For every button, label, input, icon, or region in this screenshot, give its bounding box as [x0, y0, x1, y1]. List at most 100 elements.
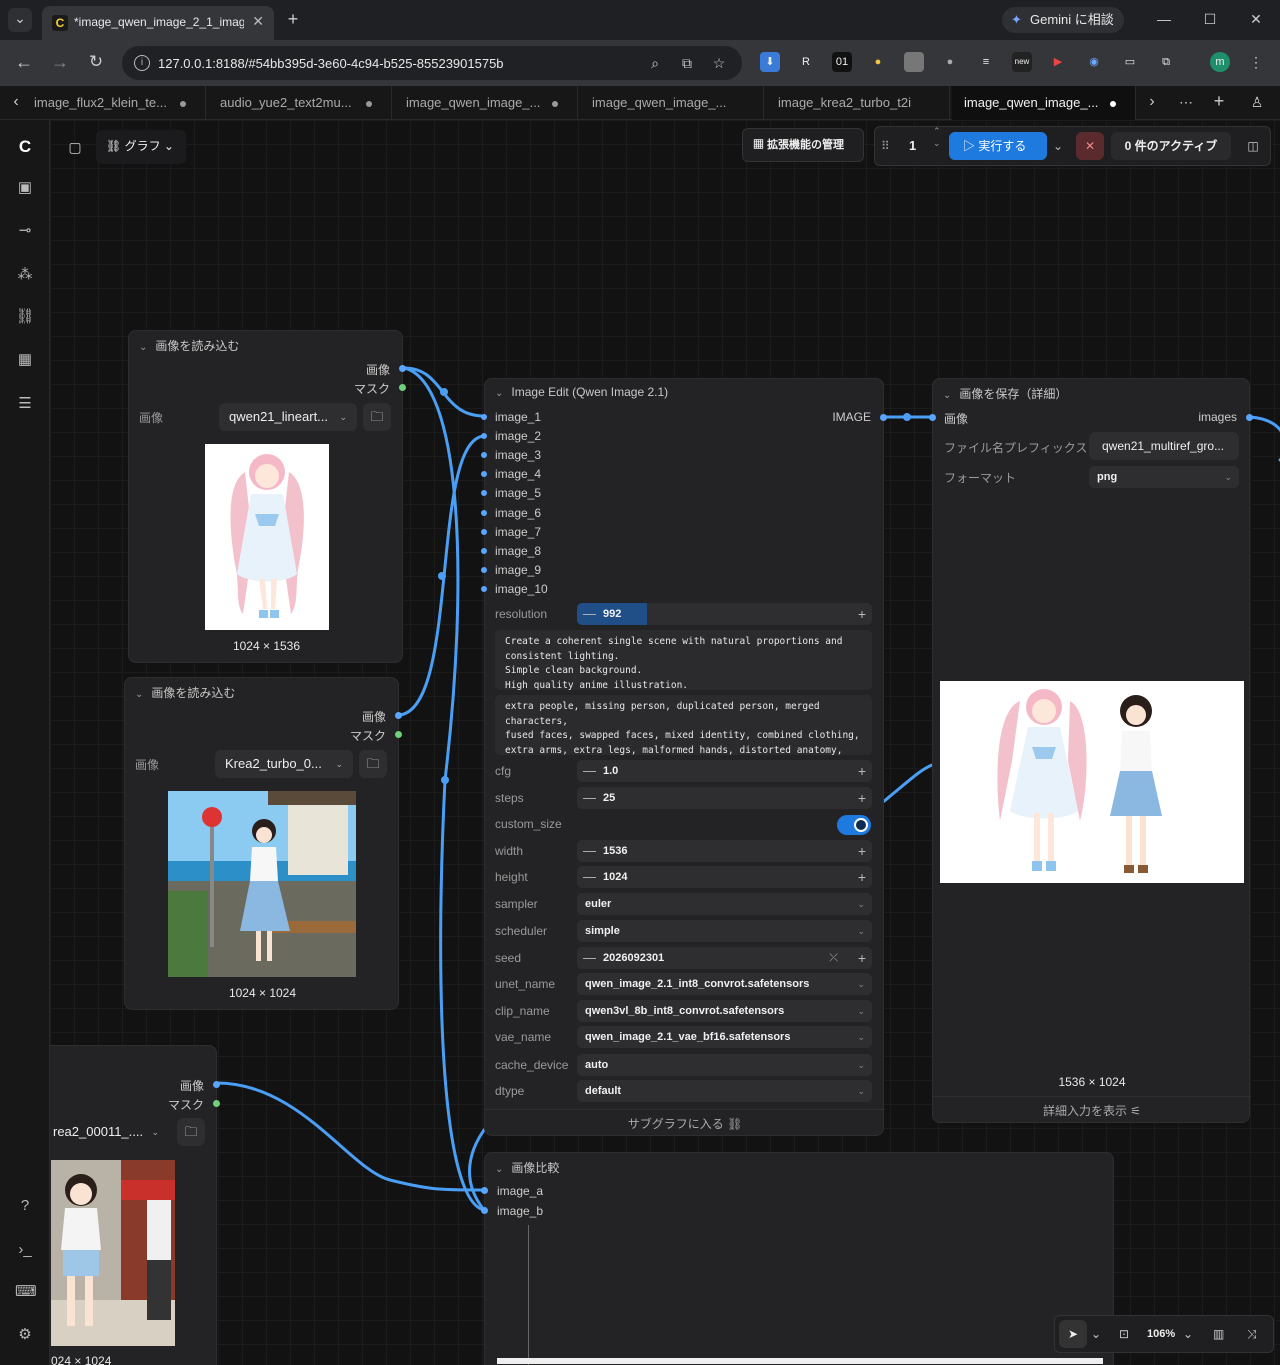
cancel-run-button[interactable]: ✕	[1076, 132, 1104, 160]
input-slot-image-7[interactable]	[481, 528, 487, 535]
nodes-icon[interactable]: ⊸	[15, 221, 35, 241]
tab-search-button[interactable]: ⌄	[8, 8, 32, 32]
input-image-slot[interactable]	[929, 414, 936, 421]
load-image-node-2[interactable]: ⌄ 画像を読み込む 画像 マスク 画像 Krea2_turbo_0... ⌄ 🗀	[124, 677, 402, 1010]
input-image-a-slot[interactable]	[481, 1187, 488, 1194]
output-image-slot[interactable]	[880, 414, 887, 421]
alert-ext-icon[interactable]: ▶	[1048, 52, 1068, 72]
install-app-icon[interactable]: ⧉	[678, 53, 696, 73]
decrement-icon[interactable]: —	[583, 840, 596, 862]
terminal-icon[interactable]: ›_	[15, 1240, 35, 1260]
maximize-button[interactable]: ☐	[1202, 9, 1218, 29]
input-slot-image-1[interactable]	[481, 414, 487, 420]
db-ext-icon[interactable]: ≡	[976, 52, 996, 72]
workflow-tab-active[interactable]: image_qwen_image_...	[952, 86, 1136, 120]
upload-folder-icon[interactable]: 🗀	[177, 1118, 205, 1146]
panel-toggle-icon[interactable]: ▢	[66, 137, 84, 157]
rw-ext-icon[interactable]: R	[796, 52, 816, 72]
back-button[interactable]: ←	[14, 52, 34, 72]
select-tool-button[interactable]: ➤	[1059, 1320, 1087, 1348]
close-window-button[interactable]: ✕	[1248, 9, 1264, 29]
output-mask-slot[interactable]	[395, 731, 402, 738]
tool-chevron-icon[interactable]: ⌄	[1091, 1318, 1101, 1350]
active-queue-button[interactable]: 0 件のアクティブ	[1111, 132, 1231, 160]
collapse-chevron-icon[interactable]: ⌄	[135, 689, 143, 700]
drag-handle-icon[interactable]: ⠿	[881, 130, 890, 162]
models-icon[interactable]: ⁂	[15, 265, 35, 285]
input-slot-image-8[interactable]	[481, 547, 487, 554]
graph-canvas[interactable]: ▢ ⛓ グラフ ⌄ ▦ 拡張機能の管理 ⠿ 1 ⌃ ⌄ ▷ 実行する ⌄ ✕ 0 …	[50, 120, 1280, 1365]
width-input[interactable]: — 1536 +	[577, 840, 872, 862]
zoom-chevron-icon[interactable]: ⌄	[1183, 1318, 1193, 1350]
images-icon[interactable]: ▣	[15, 178, 35, 198]
workflow-tab[interactable]: image_krea2_turbo_t2i	[766, 86, 950, 120]
site-info-icon[interactable]: i	[134, 55, 150, 71]
workflow-tab[interactable]: image_qwen_image_...	[394, 86, 578, 120]
collapse-chevron-icon[interactable]: ⌄	[495, 1164, 503, 1175]
output-image-slot[interactable]	[395, 712, 402, 719]
keyboard-icon[interactable]: ⌨	[15, 1282, 37, 1302]
new-workflow-button[interactable]: +	[1210, 91, 1228, 111]
input-slot-image-6[interactable]	[481, 509, 487, 516]
collapse-chevron-icon[interactable]: ⌄	[139, 342, 147, 353]
01-ext-icon[interactable]: 01	[832, 52, 852, 72]
dtype-select[interactable]: default ⌄	[577, 1080, 872, 1102]
sampler-select[interactable]: euler ⌄	[577, 893, 872, 915]
positive-prompt-textarea[interactable]: Create a coherent single scene with natu…	[495, 630, 872, 690]
batch-stepper-icon[interactable]: ⌃ ⌄	[933, 125, 941, 149]
cfg-input[interactable]: — 1.0 +	[577, 760, 872, 782]
gray-ext-icon[interactable]	[904, 52, 924, 72]
workflows-icon[interactable]: ⛓	[15, 307, 35, 327]
image-edit-node[interactable]: ⌄ Image Edit (Qwen Image 2.1) IMAGE image…	[481, 378, 887, 1136]
zoom-icon[interactable]: ⌕	[646, 53, 664, 73]
forward-button[interactable]: →	[50, 52, 70, 72]
height-input[interactable]: — 1024 +	[577, 866, 872, 888]
tabs-right-chevron-icon[interactable]: ›	[1144, 92, 1160, 112]
filename-prefix-input[interactable]: qwen21_multiref_gro...	[1089, 432, 1239, 460]
workflow-tab[interactable]: image_flux2_klein_te...	[22, 86, 206, 120]
image-file-select[interactable]: rea2_00011_.... ⌄	[51, 1118, 169, 1146]
output-image-slot[interactable]	[399, 365, 406, 372]
queue-icon[interactable]: ☰	[15, 394, 35, 414]
increment-icon[interactable]: +	[858, 840, 866, 862]
close-tab-icon[interactable]: ✕	[252, 13, 264, 30]
zoom-level[interactable]: 106%	[1147, 1318, 1175, 1350]
load-image-node-3[interactable]: 画像 マスク rea2_00011_.... ⌄ 🗀 024 × 1024	[50, 1045, 220, 1365]
negative-prompt-textarea[interactable]: extra people, missing person, duplicated…	[495, 695, 872, 755]
decrement-icon[interactable]: —	[583, 760, 596, 782]
decrement-icon[interactable]: —	[583, 603, 596, 625]
image-file-select[interactable]: qwen21_lineart... ⌄	[219, 403, 357, 431]
load-image-node-1[interactable]: ⌄ 画像を読み込む 画像 マスク 画像 qwen21_lineart... ⌄ 🗀 …	[128, 330, 406, 663]
minimize-button[interactable]: —	[1156, 9, 1172, 29]
menu-dots-icon[interactable]: ⋮	[1248, 52, 1264, 72]
help-icon[interactable]: ?	[15, 1196, 35, 1216]
decrement-icon[interactable]: —	[583, 787, 596, 809]
input-slot-image-4[interactable]	[481, 471, 487, 478]
browser-tab-active[interactable]: C *image_qwen_image_2_1_image ✕	[42, 6, 274, 40]
image-file-select[interactable]: Krea2_turbo_0... ⌄	[215, 750, 353, 778]
scheduler-select[interactable]: simple ⌄	[577, 920, 872, 942]
input-slot-image-9[interactable]	[481, 566, 487, 573]
show-details-button[interactable]: 詳細入力を表示 ⚟	[933, 1096, 1251, 1124]
templates-icon[interactable]: ▦	[15, 350, 35, 370]
output-mask-slot[interactable]	[399, 384, 406, 391]
input-slot-image-10[interactable]	[481, 585, 487, 592]
save-image-node[interactable]: ⌄ 画像を保存（詳細） 画像 images ファイル名プレフィックス qwen21…	[929, 378, 1253, 1124]
vae-select[interactable]: qwen_image_2.1_vae_bf16.safetensors ⌄	[577, 1026, 872, 1048]
new-tab-button[interactable]: +	[283, 9, 303, 29]
increment-icon[interactable]: +	[858, 866, 866, 888]
minimap-icon[interactable]: ▥	[1213, 1318, 1224, 1350]
upload-folder-icon[interactable]: 🗀	[359, 750, 387, 778]
output-mask-slot[interactable]	[213, 1100, 220, 1107]
input-slot-image-3[interactable]	[481, 452, 487, 459]
gemini-button[interactable]: ✦ Gemini に相談	[1002, 7, 1124, 33]
clip-select[interactable]: qwen3vl_8b_int8_convrot.safetensors ⌄	[577, 1000, 872, 1022]
run-button[interactable]: ▷ 実行する	[949, 132, 1047, 160]
seed-input[interactable]: — 2026092301 ⤫ +	[577, 947, 872, 969]
randomize-seed-icon[interactable]: ⤫	[829, 947, 838, 969]
image-compare-node[interactable]: ⌄ 画像比較 image_a image_b	[481, 1152, 1114, 1365]
collapse-chevron-icon[interactable]: ⌄	[495, 388, 503, 399]
steps-input[interactable]: — 25 +	[577, 787, 872, 809]
bulb-ext-icon[interactable]: ●	[868, 52, 888, 72]
output-images-slot[interactable]	[1246, 414, 1253, 421]
